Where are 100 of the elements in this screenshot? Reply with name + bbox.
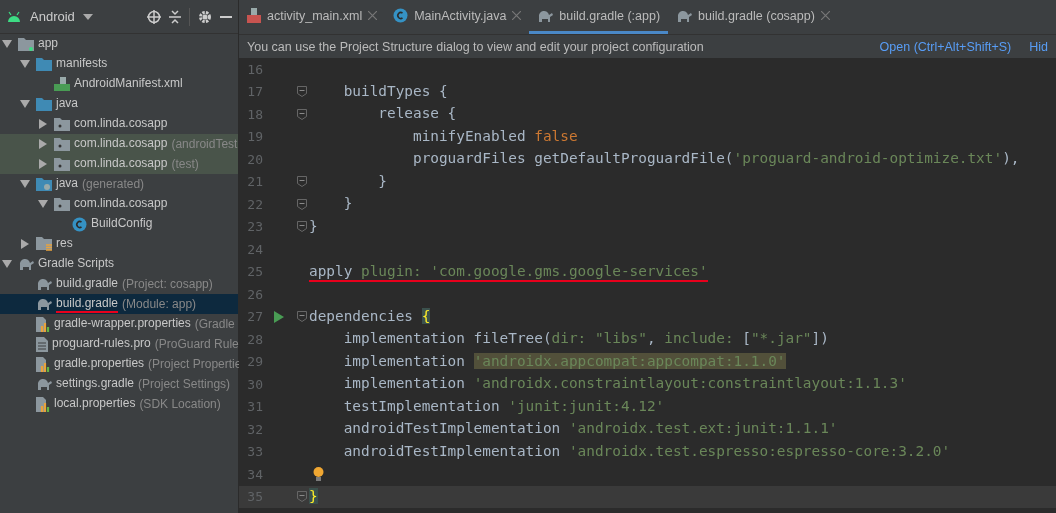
item-label: local.properties xyxy=(54,395,136,412)
package-icon xyxy=(54,137,70,151)
tree-item[interactable]: com.linda.cosapp (androidTest xyxy=(0,134,238,154)
banner-message: You can use the Project Structure dialog to view and edit your project configuration xyxy=(247,39,704,54)
item-hint: (SDK Location) xyxy=(139,397,221,411)
item-label: res xyxy=(56,235,73,252)
collapsed-arrow-icon[interactable] xyxy=(38,139,48,149)
code-line: } xyxy=(309,216,318,236)
class-icon xyxy=(72,216,87,232)
expanded-arrow-icon[interactable] xyxy=(2,39,12,49)
hide-link[interactable]: Hid xyxy=(1029,39,1048,54)
code-line: proguardFiles getDefaultProguardFile('proguard-android-optimize.txt'), xyxy=(411,149,1020,169)
package-icon xyxy=(54,117,70,131)
properties-file-icon xyxy=(36,356,50,372)
elephant-icon xyxy=(36,298,52,310)
code-line: minifyEnabled false xyxy=(411,126,578,146)
editor-tab[interactable]: build.gradle (cosapp) xyxy=(668,0,838,34)
manifest-file-icon xyxy=(54,77,70,91)
line-number: 21 xyxy=(246,174,263,190)
tree-item[interactable]: local.properties (SDK Location) xyxy=(0,394,238,414)
expanded-arrow-icon[interactable] xyxy=(2,259,12,269)
expanded-arrow-icon[interactable] xyxy=(38,199,48,209)
line-number: 33 xyxy=(246,444,263,460)
tree-item[interactable]: Gradle Scripts xyxy=(0,254,238,274)
fold-icon[interactable] xyxy=(297,221,307,233)
line-number: 16 xyxy=(246,61,263,77)
properties-file-icon xyxy=(36,316,50,332)
line-number: 24 xyxy=(246,241,263,257)
collapsed-arrow-icon[interactable] xyxy=(38,159,48,169)
line-number: 30 xyxy=(246,376,263,392)
folder-icon xyxy=(36,57,52,71)
properties-file-icon xyxy=(36,396,50,412)
item-hint: (Project: cosapp) xyxy=(122,277,213,291)
code-line: buildTypes { xyxy=(342,81,448,101)
close-icon[interactable] xyxy=(368,11,378,20)
item-hint: (androidTest xyxy=(171,137,238,151)
expanded-arrow-icon[interactable] xyxy=(20,59,30,69)
class-icon xyxy=(393,8,409,23)
view-selector[interactable]: Android xyxy=(30,9,75,24)
fold-icon[interactable] xyxy=(297,86,307,98)
expanded-arrow-icon[interactable] xyxy=(20,99,30,109)
run-icon[interactable] xyxy=(274,310,284,323)
line-number: 22 xyxy=(246,196,263,212)
dropdown-caret-icon[interactable] xyxy=(82,13,93,20)
elephant-icon xyxy=(537,9,554,22)
fold-icon[interactable] xyxy=(297,491,307,503)
item-label: com.linda.cosapp xyxy=(74,195,168,212)
item-label: settings.gradle xyxy=(56,375,135,392)
locate-icon[interactable] xyxy=(147,9,161,24)
tree-item[interactable]: java xyxy=(0,94,238,114)
tree-item[interactable]: settings.gradle (Project Settings) xyxy=(0,374,238,394)
elephant-icon xyxy=(36,378,52,390)
module-folder-icon xyxy=(18,37,34,51)
package-icon xyxy=(54,157,70,171)
tree-item[interactable]: com.linda.cosapp xyxy=(0,194,238,214)
tree-item[interactable]: BuildConfig xyxy=(0,214,238,234)
collapsed-arrow-icon[interactable] xyxy=(20,239,30,249)
item-label: AndroidManifest.xml xyxy=(74,75,183,92)
code-line: } xyxy=(342,194,353,214)
fold-icon[interactable] xyxy=(297,198,307,210)
tree-item[interactable]: proguard-rules.pro (ProGuard Rule xyxy=(0,334,238,354)
tree-item[interactable]: build.gradle (Module: app) xyxy=(0,294,238,314)
package-icon xyxy=(54,197,70,211)
item-hint: (Module: app) xyxy=(122,297,197,311)
code-line: testImplementation 'junit:junit:4.12' xyxy=(342,396,665,416)
item-hint: (test) xyxy=(171,157,199,171)
minimize-icon[interactable] xyxy=(220,15,232,18)
fold-icon[interactable] xyxy=(297,108,307,120)
collapse-icon[interactable] xyxy=(169,9,181,24)
tree-item[interactable]: com.linda.cosapp xyxy=(0,114,238,134)
lightbulb-icon[interactable] xyxy=(313,467,324,481)
item-label: proguard-rules.pro xyxy=(52,335,151,352)
android-icon xyxy=(6,10,22,23)
xml-file-icon xyxy=(247,8,261,23)
close-icon[interactable] xyxy=(820,11,830,20)
item-hint: (generated) xyxy=(82,177,145,191)
settings-icon[interactable] xyxy=(198,9,212,24)
code-line: release { xyxy=(377,104,457,124)
fold-icon[interactable] xyxy=(297,311,307,323)
line-number: 19 xyxy=(246,129,263,145)
fold-icon[interactable] xyxy=(297,176,307,188)
editor-tab[interactable]: activity_main.xml xyxy=(239,0,386,34)
line-number: 26 xyxy=(246,286,263,302)
tree-item[interactable]: app xyxy=(0,34,238,54)
resource-folder-icon xyxy=(36,237,52,251)
item-label: build.gradle xyxy=(56,275,119,292)
expanded-arrow-icon[interactable] xyxy=(20,179,30,189)
close-icon[interactable] xyxy=(512,11,522,20)
tree-item[interactable]: gradle-wrapper.properties (Gradle xyxy=(0,314,238,334)
tree-item[interactable]: AndroidManifest.xml xyxy=(0,74,238,94)
tree-item[interactable]: build.gradle (Project: cosapp) xyxy=(0,274,238,294)
item-label: app xyxy=(38,35,59,52)
tree-item[interactable]: java (generated) xyxy=(0,174,238,194)
open-link[interactable]: Open (Ctrl+Alt+Shift+S) xyxy=(879,39,1012,54)
tree-item[interactable]: com.linda.cosapp (test) xyxy=(0,154,238,174)
item-label: com.linda.cosapp xyxy=(74,155,168,172)
tree-item[interactable]: manifests xyxy=(0,54,238,74)
collapsed-arrow-icon[interactable] xyxy=(38,119,48,129)
tree-item[interactable]: res xyxy=(0,234,238,254)
editor-tab[interactable]: MainActivity.java xyxy=(385,0,530,34)
